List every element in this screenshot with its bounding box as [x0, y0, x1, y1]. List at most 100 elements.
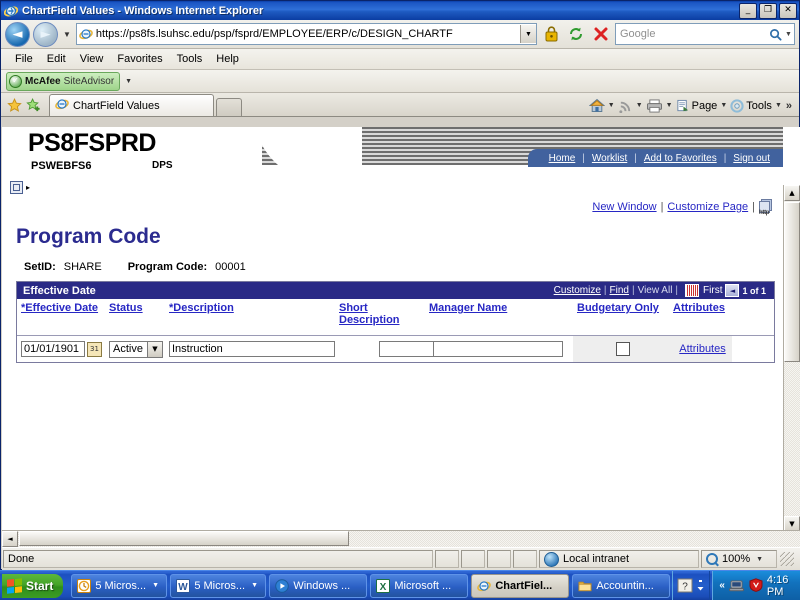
vertical-scrollbar-track[interactable] [784, 362, 800, 516]
effective-date-input[interactable] [21, 341, 85, 357]
nav-home-link[interactable]: Home [542, 153, 583, 164]
menu-tools[interactable]: Tools [170, 51, 210, 67]
zoom-caret-icon[interactable]: ▼ [756, 556, 763, 563]
page-vertical-scrollbar[interactable]: ▲ ▼ [783, 185, 800, 532]
browser-tab[interactable]: ChartField Values [49, 94, 214, 116]
page-caret-icon[interactable]: ▼ [720, 102, 727, 109]
budgetary-only-checkbox[interactable] [616, 342, 630, 356]
feeds-caret-icon[interactable]: ▼ [636, 102, 643, 109]
network-tray-icon[interactable] [728, 578, 745, 593]
new-window-link[interactable]: New Window [592, 201, 656, 213]
tools-menu-button[interactable]: Tools [728, 98, 774, 113]
status-select[interactable]: Active ▼ [109, 340, 163, 358]
grid-customize-link[interactable]: Customize [554, 285, 601, 296]
column-status[interactable]: Status [105, 299, 165, 314]
windows-logo-icon [7, 577, 22, 594]
taskbar-button-chartfield[interactable]: ChartFiel... [471, 573, 570, 598]
maximize-button[interactable]: ❐ [759, 2, 777, 19]
calendar-icon[interactable]: 31 [87, 341, 102, 357]
resize-grip-icon[interactable] [780, 552, 794, 566]
lock-icon[interactable] [540, 24, 562, 45]
attributes-link[interactable]: Attributes [679, 343, 725, 355]
tools-caret-icon[interactable]: ▼ [775, 102, 782, 109]
nav-worklist-link[interactable]: Worklist [585, 153, 634, 164]
command-overflow-icon[interactable]: » [783, 100, 795, 112]
column-budgetary-only[interactable]: Budgetary Only [573, 299, 669, 314]
customize-page-link[interactable]: Customize Page [667, 201, 748, 213]
manager-name-input[interactable] [433, 341, 563, 357]
history-dropdown-icon[interactable]: ▼ [61, 30, 73, 39]
taskbar-button-media-player[interactable]: Windows ... [269, 573, 368, 598]
menu-file[interactable]: File [8, 51, 40, 67]
tray-expand-icon[interactable]: « [719, 580, 725, 591]
column-short-description[interactable]: Short Description [335, 299, 425, 326]
tab-title: ChartField Values [73, 99, 160, 112]
minimize-button[interactable]: _ [739, 2, 757, 19]
print-button[interactable] [644, 98, 665, 113]
zoom-panel[interactable]: 100% ▼ [701, 550, 777, 568]
grid-previous-arrow-icon[interactable]: ◄ [725, 284, 740, 297]
refresh-icon[interactable] [565, 24, 587, 45]
address-url-text: https://ps8fs.lsuhsc.edu/psp/fsprd/EMPLO… [95, 28, 453, 40]
column-effective-date[interactable]: *Effective Date [17, 299, 105, 314]
start-button[interactable]: Start [2, 573, 64, 598]
svg-text:W: W [179, 582, 189, 593]
search-icon[interactable] [765, 28, 785, 41]
taskbar-button-accounting[interactable]: Accountin... [572, 573, 671, 598]
menu-view[interactable]: View [73, 51, 111, 67]
chevron-down-icon[interactable]: ▼ [147, 341, 162, 357]
security-zone-panel[interactable]: Local intranet [539, 550, 699, 568]
scroll-up-arrow-icon[interactable]: ▲ [784, 185, 800, 201]
address-dropdown-icon[interactable]: ▼ [520, 25, 536, 43]
download-grid-icon[interactable] [685, 284, 700, 297]
help-question-icon[interactable]: ? [677, 578, 693, 593]
breadcrumb-arrow-icon[interactable]: ▸ [26, 183, 30, 192]
taskbar-label-media-player: Windows ... [293, 579, 351, 592]
nav-sign-out-link[interactable]: Sign out [726, 153, 777, 164]
cell-manager-name [425, 341, 573, 357]
feeds-button[interactable] [616, 99, 635, 113]
column-description[interactable]: *Description [165, 299, 335, 314]
favorites-center-icon[interactable] [5, 95, 24, 116]
taskbar-button-word[interactable]: W 5 Micros... ▼ [170, 573, 267, 598]
menu-edit[interactable]: Edit [40, 51, 73, 67]
page-menu-button[interactable]: Page [674, 99, 720, 113]
taskbar-overflow-icon[interactable] [696, 578, 705, 593]
back-button[interactable]: ◄ [5, 21, 30, 47]
mcafee-tray-icon[interactable] [749, 578, 763, 593]
column-manager-name[interactable]: Manager Name [425, 299, 573, 314]
taskbar-word-caret-icon[interactable]: ▼ [249, 582, 258, 589]
grid-find-link[interactable]: Find [610, 285, 629, 296]
home-caret-icon[interactable]: ▼ [608, 102, 615, 109]
stop-icon[interactable] [590, 24, 612, 45]
taskbar-button-excel[interactable]: X Microsoft ... [370, 573, 469, 598]
page-horizontal-scrollbar[interactable]: ◄ [2, 530, 800, 547]
menu-help[interactable]: Help [209, 51, 246, 67]
print-caret-icon[interactable]: ▼ [666, 102, 673, 109]
grid-view-all-link[interactable]: View All [638, 285, 673, 296]
description-input[interactable] [169, 341, 335, 357]
mcafee-dropdown-icon[interactable]: ▼ [125, 78, 132, 85]
add-to-favorites-icon[interactable] [24, 95, 43, 116]
home-button[interactable] [587, 98, 607, 113]
window-title: ChartField Values - Windows Internet Exp… [22, 4, 264, 17]
horizontal-scrollbar-thumb[interactable] [19, 531, 349, 546]
column-attributes[interactable]: Attributes [669, 299, 729, 314]
http-help-icon[interactable]: http [759, 199, 773, 216]
clock[interactable]: 4:16 PM [767, 574, 797, 598]
address-input[interactable]: https://ps8fs.lsuhsc.edu/psp/fsprd/EMPLO… [75, 23, 537, 45]
taskbar-outlook-caret-icon[interactable]: ▼ [150, 582, 159, 589]
menu-favorites[interactable]: Favorites [110, 51, 169, 67]
close-button[interactable]: ✕ [779, 2, 797, 19]
forward-button[interactable]: ► [33, 21, 58, 47]
menu-collapse-icon[interactable] [10, 180, 23, 194]
scroll-left-arrow-icon[interactable]: ◄ [2, 531, 18, 547]
taskbar-button-outlook[interactable]: 5 Micros... ▼ [71, 573, 168, 598]
mcafee-siteadvisor-button[interactable]: ✓ McAfee SiteAdvisor [6, 71, 121, 91]
grid-first-label[interactable]: First [703, 285, 722, 296]
search-input[interactable]: Google ▼ [615, 23, 795, 45]
search-dropdown-icon[interactable]: ▼ [785, 31, 794, 38]
nav-add-to-favorites-link[interactable]: Add to Favorites [637, 153, 724, 164]
new-tab-button[interactable] [216, 98, 242, 116]
vertical-scrollbar-thumb[interactable] [784, 202, 800, 362]
